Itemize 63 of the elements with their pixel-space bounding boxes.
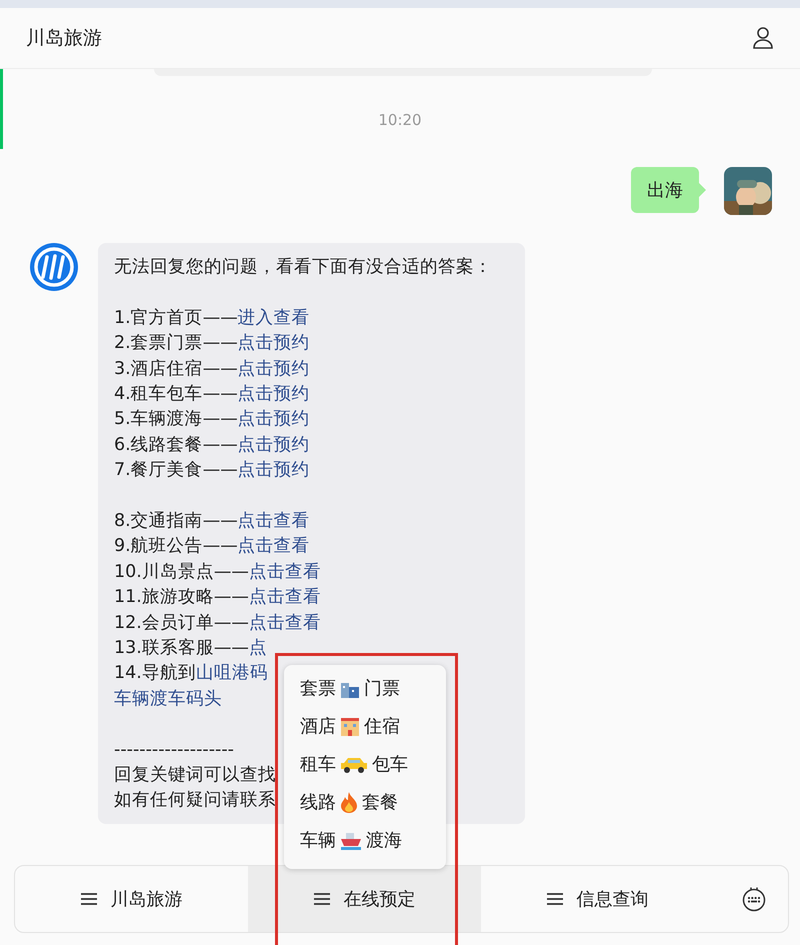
message-line: 如有任何疑问请联系 bbox=[114, 790, 276, 810]
link-text[interactable]: 点击预约 bbox=[238, 409, 310, 430]
item-label: 包车 bbox=[372, 753, 408, 776]
menu-item[interactable]: 套票 门票 bbox=[300, 675, 446, 701]
timestamp: 10:20 bbox=[378, 111, 422, 129]
menu-item[interactable]: 车辆 渡海 bbox=[300, 827, 446, 853]
user-message: 出海 bbox=[631, 167, 699, 213]
app-title: 川岛旅游 bbox=[26, 26, 102, 51]
message-line: 4.租车包车——点击预约 bbox=[114, 384, 310, 404]
link-text[interactable]: 点击预约 bbox=[238, 358, 310, 379]
menu-icon bbox=[546, 892, 562, 906]
item-label: 租车 bbox=[300, 753, 336, 776]
flame-icon bbox=[339, 791, 359, 813]
item-label: 套餐 bbox=[362, 791, 398, 814]
menu-icon bbox=[314, 892, 330, 906]
message-line: 5.车辆渡海——点击预约 bbox=[114, 409, 310, 430]
menu-tab[interactable]: 信息查询 bbox=[481, 866, 714, 932]
message-line: 3.酒店住宿——点击预约 bbox=[114, 358, 310, 379]
item-label: 门票 bbox=[364, 677, 400, 700]
link-text[interactable]: 车辆渡车码头 bbox=[114, 688, 222, 709]
message-line: 2.套票门票——点击预约 bbox=[114, 333, 310, 354]
message-line: ------------------- bbox=[114, 740, 234, 760]
link-text[interactable]: 点击查看 bbox=[248, 587, 321, 608]
item-label: 住宿 bbox=[364, 715, 400, 738]
menu-item[interactable]: 酒店 住宿 bbox=[300, 713, 446, 739]
link-text[interactable]: 点击预约 bbox=[238, 434, 310, 455]
message-line: 11.旅游攻略——点击查看 bbox=[114, 587, 321, 608]
item-label: 车辆 bbox=[300, 829, 336, 852]
bubble-tail bbox=[699, 183, 706, 197]
link-text[interactable]: 点击预约 bbox=[238, 460, 310, 480]
item-label: 线路 bbox=[300, 791, 336, 814]
link-text[interactable]: 山咀港码 bbox=[196, 663, 268, 684]
link-text[interactable]: 点击查看 bbox=[238, 536, 310, 556]
message-line: 6.线路套餐——点击预约 bbox=[114, 434, 310, 455]
message-line: 13.联系客服——点 bbox=[114, 638, 267, 658]
message-line: 12.会员订单——点击查看 bbox=[114, 612, 321, 633]
link-text[interactable]: 点击查看 bbox=[238, 511, 310, 532]
item-label: 套票 bbox=[300, 677, 336, 700]
message-line: 7.餐厅美食——点击预约 bbox=[114, 460, 310, 480]
link-text[interactable]: 点击查看 bbox=[248, 562, 321, 582]
message-line: 回复关键词可以查找 bbox=[114, 765, 276, 786]
link-text[interactable]: 点击预约 bbox=[238, 333, 310, 354]
keyboard-icon bbox=[742, 886, 766, 912]
link-text[interactable]: 点击预约 bbox=[238, 384, 310, 404]
message-line: 8.交通指南——点击查看 bbox=[114, 511, 310, 532]
logo-icon bbox=[30, 243, 78, 291]
message-line: 14.导航到山咀港码 bbox=[114, 663, 268, 684]
item-label: 酒店 bbox=[300, 715, 336, 738]
menu-item[interactable]: 租车 包车 bbox=[300, 751, 446, 777]
message-line: 无法回复您的问题，看看下面有没合适的答案： bbox=[114, 257, 492, 277]
item-label: 渡海 bbox=[366, 829, 402, 852]
link-text[interactable]: 进入查看 bbox=[238, 308, 310, 328]
menu-tab[interactable]: 川岛旅游 bbox=[15, 866, 248, 932]
message-line: 1.官方首页——进入查看 bbox=[114, 308, 310, 328]
menu-item[interactable]: 线路 套餐 bbox=[300, 789, 446, 815]
message-line: 9.航班公告——点击查看 bbox=[114, 536, 310, 556]
menu-icon bbox=[80, 892, 96, 906]
menu-tab[interactable]: 在线预定 bbox=[248, 866, 481, 932]
link-text[interactable]: 点 bbox=[248, 638, 267, 658]
message-line: 10.川岛景点——点击查看 bbox=[114, 562, 321, 582]
hotel-icon bbox=[339, 715, 361, 737]
link-text[interactable]: 点击查看 bbox=[248, 612, 321, 633]
user-icon[interactable] bbox=[752, 26, 774, 50]
